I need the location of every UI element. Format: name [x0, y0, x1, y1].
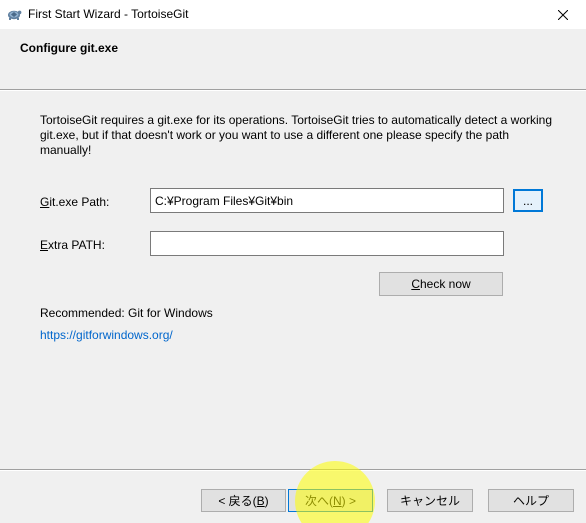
close-icon — [558, 9, 568, 20]
extra-path-label: Extra PATH: — [40, 238, 105, 252]
page-title: Configure git.exe — [20, 41, 119, 55]
back-mnemonic: B — [256, 493, 265, 508]
close-button[interactable] — [540, 0, 586, 29]
extra-path-label-text: xtra PATH: — [48, 238, 105, 252]
header-divider — [0, 89, 586, 91]
check-now-mnemonic: C — [411, 277, 420, 291]
description-text: TortoiseGit requires a git.exe for its o… — [40, 113, 553, 157]
gitexe-path-label-text: it.exe Path: — [49, 195, 110, 209]
window-title: First Start Wizard - TortoiseGit — [28, 7, 189, 21]
next-label-suffix: ) > — [341, 493, 356, 508]
gitexe-path-label-mnemonic: G — [40, 195, 50, 209]
check-now-text: heck now — [419, 277, 471, 291]
gitforwindows-link[interactable]: https://gitforwindows.org/ — [40, 328, 173, 342]
back-button[interactable]: < 戻る(B) — [201, 489, 286, 512]
browse-button[interactable]: ... — [513, 189, 543, 212]
next-mnemonic: N — [332, 493, 342, 508]
extra-path-input[interactable] — [150, 231, 504, 256]
footer-divider — [0, 469, 586, 471]
cancel-button[interactable]: キャンセル — [387, 489, 473, 512]
recommendation-label: Recommended: Git for Windows — [40, 306, 213, 320]
extra-path-label-mnemonic: E — [40, 238, 49, 252]
next-button[interactable]: 次へ(N) > — [288, 489, 373, 512]
gitexe-path-label: Git.exe Path: — [40, 195, 109, 209]
help-button[interactable]: ヘルプ — [488, 489, 574, 512]
gitexe-path-input[interactable] — [150, 188, 504, 213]
tortoisegit-icon — [6, 6, 22, 22]
check-now-button[interactable]: Check now — [379, 272, 503, 296]
back-label-suffix: ) — [264, 493, 269, 508]
next-label: 次へ( — [304, 494, 333, 508]
back-label: < 戻る( — [218, 494, 257, 508]
wizard-header — [0, 29, 586, 90]
title-bar[interactable]: First Start Wizard - TortoiseGit — [0, 0, 586, 29]
wizard-window: First Start Wizard - TortoiseGit Configu… — [0, 0, 586, 523]
